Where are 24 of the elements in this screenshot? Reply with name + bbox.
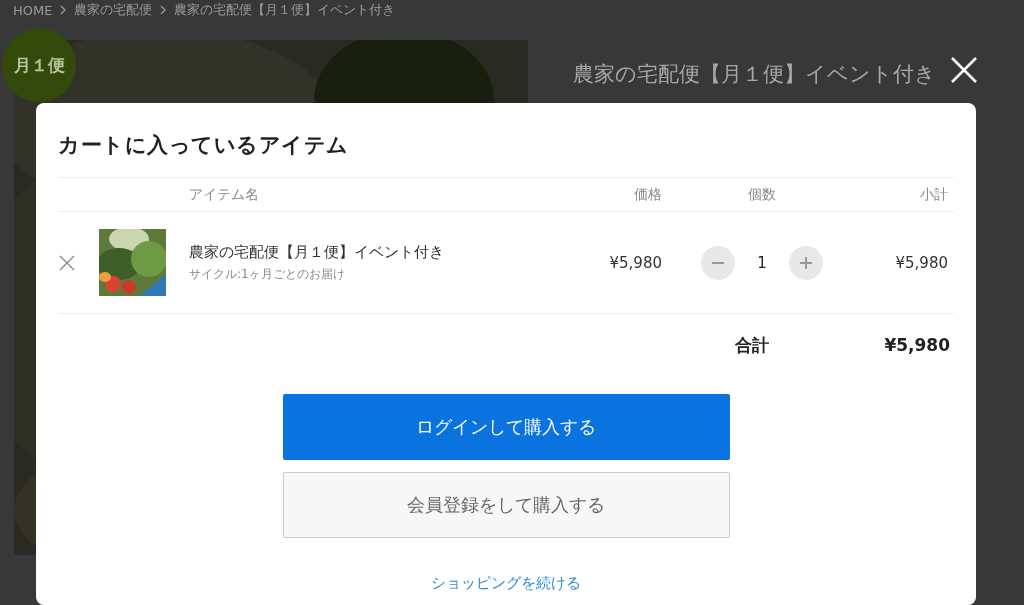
plus-icon	[798, 255, 813, 270]
column-header: アイテム名	[189, 185, 260, 204]
quantity-value: 1	[757, 253, 767, 272]
increase-button[interactable]	[788, 245, 823, 280]
breadcrumb-link[interactable]: 農家の宅配便【月１便】イベント付き	[174, 1, 396, 19]
remove-icon[interactable]	[59, 254, 75, 271]
total-amount: ¥5,980	[884, 335, 950, 355]
item-subtotal: ¥5,980	[894, 253, 948, 272]
total-label: 合計	[735, 333, 770, 357]
product-title: 農家の宅配便【月１便】イベント付き	[573, 61, 936, 88]
close-icon[interactable]	[950, 56, 978, 84]
column-header: 価格	[633, 185, 662, 204]
login-purchase-button[interactable]: ログインして購入する	[282, 394, 730, 460]
item-price: ¥5,980	[608, 253, 662, 272]
register-purchase-button[interactable]: 会員登録をして購入する	[282, 472, 730, 538]
continue-shopping-link[interactable]: ショッピングを続ける	[431, 574, 581, 593]
breadcrumb-link[interactable]: 農家の宅配便	[74, 1, 153, 19]
item-cycle: サイクル:1ヶ月ごとのお届け	[189, 265, 345, 283]
column-header: 個数	[747, 185, 777, 204]
item-name[interactable]: 農家の宅配便【月１便】イベント付き	[189, 242, 444, 262]
column-header: 小計	[919, 185, 948, 204]
minus-icon	[711, 261, 726, 264]
cart-title: カートに入っているアイテム	[58, 132, 350, 159]
breadcrumb-link[interactable]: HOME	[13, 2, 53, 18]
